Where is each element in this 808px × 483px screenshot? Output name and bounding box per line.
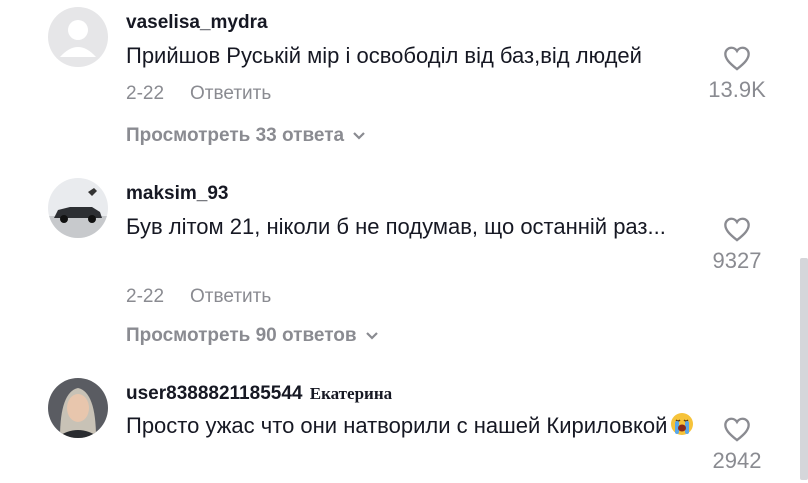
- comment-date: 2-22: [126, 286, 165, 307]
- comment-text-content: Просто ужас что они натворили с нашей Ки…: [126, 413, 668, 438]
- comment-text: Був лiтом 21, нiколи б не подумав, що ос…: [126, 214, 666, 239]
- comment-username[interactable]: user8388821185544 Екатерина: [126, 383, 392, 405]
- like-count: 2942: [712, 448, 762, 473]
- view-replies-label: Просмотреть 90 ответов: [126, 325, 357, 346]
- like-count: 13.9K: [708, 77, 766, 102]
- default-avatar-icon: [48, 7, 108, 67]
- comment-date: 2-22: [126, 83, 165, 104]
- comment-username[interactable]: vaselisa_mydra: [126, 12, 268, 34]
- like-button[interactable]: 9327: [700, 216, 774, 274]
- comment-text: Прийшов Руськiй мiр i освободiл вiд баз,…: [126, 43, 642, 68]
- username-handle: user8388821185544: [126, 383, 303, 404]
- loudly-crying-face-icon: [670, 412, 694, 445]
- comment-meta: 2-22 Ответить: [126, 83, 271, 105]
- avatar[interactable]: [48, 378, 108, 438]
- like-count: 9327: [712, 248, 762, 273]
- reply-button[interactable]: Ответить: [190, 83, 271, 104]
- avatar[interactable]: [48, 7, 108, 67]
- car-photo-avatar-icon: [48, 178, 108, 238]
- view-replies-button[interactable]: Просмотреть 33 ответа: [126, 125, 366, 147]
- view-replies-label: Просмотреть 33 ответа: [126, 125, 345, 146]
- comment-username[interactable]: maksim_93: [126, 183, 228, 205]
- woman-photo-avatar-icon: [48, 378, 108, 438]
- comment-text: Просто ужас что они натворили с нашей Ки…: [126, 410, 696, 445]
- like-button[interactable]: 13.9K: [700, 45, 774, 103]
- reply-button[interactable]: Ответить: [190, 286, 271, 307]
- avatar[interactable]: [48, 178, 108, 238]
- heart-outline-icon: [724, 217, 750, 242]
- scrollbar[interactable]: [800, 258, 808, 480]
- heart-outline-icon: [724, 46, 750, 71]
- heart-outline-icon: [724, 417, 750, 442]
- view-replies-button[interactable]: Просмотреть 90 ответов: [126, 325, 379, 347]
- display-name: Екатерина: [309, 384, 393, 403]
- like-button[interactable]: 2942: [700, 416, 774, 474]
- chevron-down-icon: [365, 332, 378, 340]
- chevron-down-icon: [353, 132, 365, 140]
- comment-meta: 2-22 Ответить: [126, 286, 271, 308]
